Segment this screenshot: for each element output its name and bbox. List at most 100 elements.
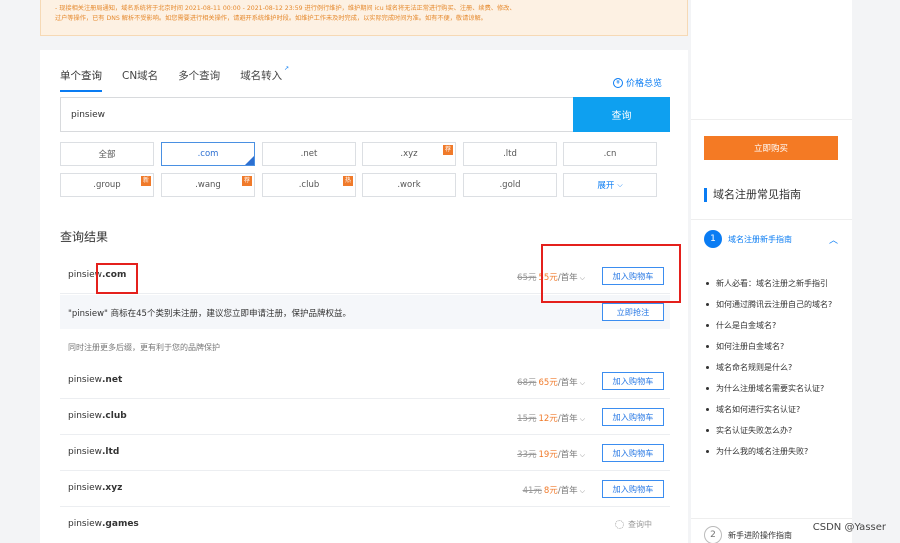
hint-text: 同时注册更多后缀，更有利于您的品牌保护	[68, 343, 220, 352]
new-badge: 新	[141, 176, 151, 186]
tld-filter-club[interactable]: .club 热	[262, 173, 356, 197]
tab-domain-transfer-label: 域名转入	[240, 70, 283, 82]
notice-line-2: 过户等操作，已有 DNS 解析不受影响。如您需要进行相关操作，请避开系统维护时段…	[55, 15, 487, 22]
divider	[691, 219, 852, 220]
watermark: CSDN @Yasser	[812, 522, 886, 533]
domain-search-input[interactable]	[61, 98, 573, 131]
domain-name: pinsiew	[68, 447, 103, 457]
tld-label: .ltd	[503, 149, 517, 159]
tld-filter-ltd[interactable]: .ltd	[463, 142, 557, 166]
annotation-box-com	[96, 263, 138, 294]
sidebar-summary	[691, 0, 852, 120]
price-selector[interactable]: 33元 19元/首年 ⌵	[517, 448, 585, 460]
tld-filter-all[interactable]: 全部	[60, 142, 154, 166]
price-unit: /首年	[557, 486, 578, 496]
old-price: 41元	[522, 486, 542, 496]
tld-filter-xyz[interactable]: .xyz 荐	[362, 142, 456, 166]
guide-list: 新人必看：域名注册之新手指引 如何通过腾讯云注册自己的域名? 什么是白金域名? …	[706, 278, 841, 467]
hot-badge: 热	[343, 176, 353, 186]
price-tag-icon: ¥	[612, 77, 623, 88]
tld-label: .xyz	[400, 149, 418, 159]
external-link-icon: ↗	[284, 65, 290, 72]
chevron-up-icon: ︿	[828, 235, 838, 246]
old-price: 68元	[517, 378, 537, 388]
result-row-net: pinsiew.net 68元 65元/首年 ⌵ 加入购物车	[60, 363, 670, 399]
tld-label: .cn	[603, 149, 617, 159]
tld-filter-wang[interactable]: .wang 荐	[161, 173, 255, 197]
chevron-down-icon: ⌵	[579, 487, 585, 495]
price-unit: /首年	[557, 450, 578, 460]
tld-filter-work[interactable]: .work	[362, 173, 456, 197]
price-selector[interactable]: 68元 65元/首年 ⌵	[517, 376, 585, 388]
old-price: 15元	[517, 414, 537, 424]
tab-cn-domain[interactable]: CN域名	[122, 68, 158, 92]
tld-filter-net[interactable]: .net	[262, 142, 356, 166]
guide-link[interactable]: 如何注册白金域名?	[706, 341, 841, 353]
guide-link[interactable]: 实名认证失败怎么办?	[706, 425, 841, 437]
tld-label: .gold	[499, 180, 521, 190]
domain-tld: .club	[102, 411, 127, 421]
tab-multi-query[interactable]: 多个查询	[178, 68, 220, 92]
chevron-down-icon: ⌵	[579, 379, 585, 387]
tld-filter-group[interactable]: .group 新	[60, 173, 154, 197]
add-to-cart-button[interactable]: 加入购物车	[602, 408, 664, 426]
tld-label: .group	[93, 180, 121, 190]
chevron-down-icon: ⌵	[617, 180, 623, 189]
tld-filter-gold[interactable]: .gold	[463, 173, 557, 197]
result-domain: pinsiew.ltd	[68, 447, 119, 457]
guide-link[interactable]: 什么是白金域名?	[706, 320, 841, 332]
guide-link[interactable]: 域名如何进行实名认证?	[706, 404, 841, 416]
domain-tld: .net	[102, 375, 123, 385]
register-trademark-button[interactable]: 立即抢注	[602, 303, 664, 321]
buy-now-button[interactable]: 立即购买	[704, 136, 838, 160]
step-number: 2	[704, 526, 722, 543]
tab-domain-transfer[interactable]: 域名转入 ↗	[240, 65, 289, 92]
divider	[691, 518, 852, 519]
result-domain: pinsiew.club	[68, 411, 127, 421]
price-selector[interactable]: 15元 12元/首年 ⌵	[517, 412, 585, 424]
result-domain: pinsiew.xyz	[68, 483, 122, 493]
guide-link[interactable]: 新人必看：域名注册之新手指引	[706, 278, 841, 290]
result-domain: pinsiew.games	[68, 519, 139, 529]
tld-label: .net	[300, 149, 318, 159]
expand-tlds-button[interactable]: 展开 ⌵	[563, 173, 657, 197]
domain-tld: .ltd	[102, 447, 120, 457]
annotation-box-price	[541, 244, 681, 303]
recommend-badge: 荐	[242, 176, 252, 186]
new-price: 8元	[543, 486, 558, 496]
add-to-cart-button[interactable]: 加入购物车	[602, 372, 664, 390]
price-unit: /首年	[557, 378, 578, 388]
domain-name: pinsiew	[68, 411, 103, 421]
new-price: 12元	[538, 414, 558, 424]
old-price: 65元	[517, 273, 537, 283]
price-overview-link[interactable]: ¥ 价格总览	[612, 76, 662, 89]
tld-filter-cn[interactable]: .cn	[563, 142, 657, 166]
domain-tld: .xyz	[102, 483, 123, 493]
guide-link[interactable]: 域名命名规则是什么?	[706, 362, 841, 374]
domain-name: pinsiew	[68, 483, 103, 493]
notice-line-1: - 现接相关注册局通知，域名系统将于北京时间 2021-08-11 00:00 …	[55, 5, 516, 12]
guide-link[interactable]: 为什么注册域名需要实名认证?	[706, 383, 841, 395]
tld-label: .club	[298, 180, 320, 190]
results-title: 查询结果	[60, 230, 109, 244]
add-to-cart-button[interactable]: 加入购物车	[602, 444, 664, 462]
guide-link[interactable]: 为什么我的域名注册失败?	[706, 446, 841, 458]
domain-tld: .games	[102, 519, 139, 529]
selected-corner-icon	[245, 156, 254, 165]
tld-filter-com[interactable]: .com	[161, 142, 255, 166]
loading-spinner-icon	[615, 520, 624, 529]
new-price: 19元	[538, 450, 558, 460]
price-selector[interactable]: 41元 8元/首年 ⌵	[523, 484, 585, 496]
querying-label: 查询中	[628, 520, 652, 529]
domain-name: pinsiew	[68, 375, 103, 385]
domain-name: pinsiew	[68, 519, 103, 529]
search-button[interactable]: 查询	[573, 97, 670, 132]
tld-label: .com	[197, 149, 219, 159]
result-row-club: pinsiew.club 15元 12元/首年 ⌵ 加入购物车	[60, 399, 670, 435]
guide-title: 域名注册常见指南	[704, 188, 801, 202]
step-number: 1	[704, 230, 722, 248]
tab-single-query[interactable]: 单个查询	[60, 68, 102, 92]
guide-section-beginner[interactable]: 1 域名注册新手指南 ︿	[704, 230, 844, 248]
guide-link[interactable]: 如何通过腾讯云注册自己的域名?	[706, 299, 841, 311]
add-to-cart-button[interactable]: 加入购物车	[602, 480, 664, 498]
